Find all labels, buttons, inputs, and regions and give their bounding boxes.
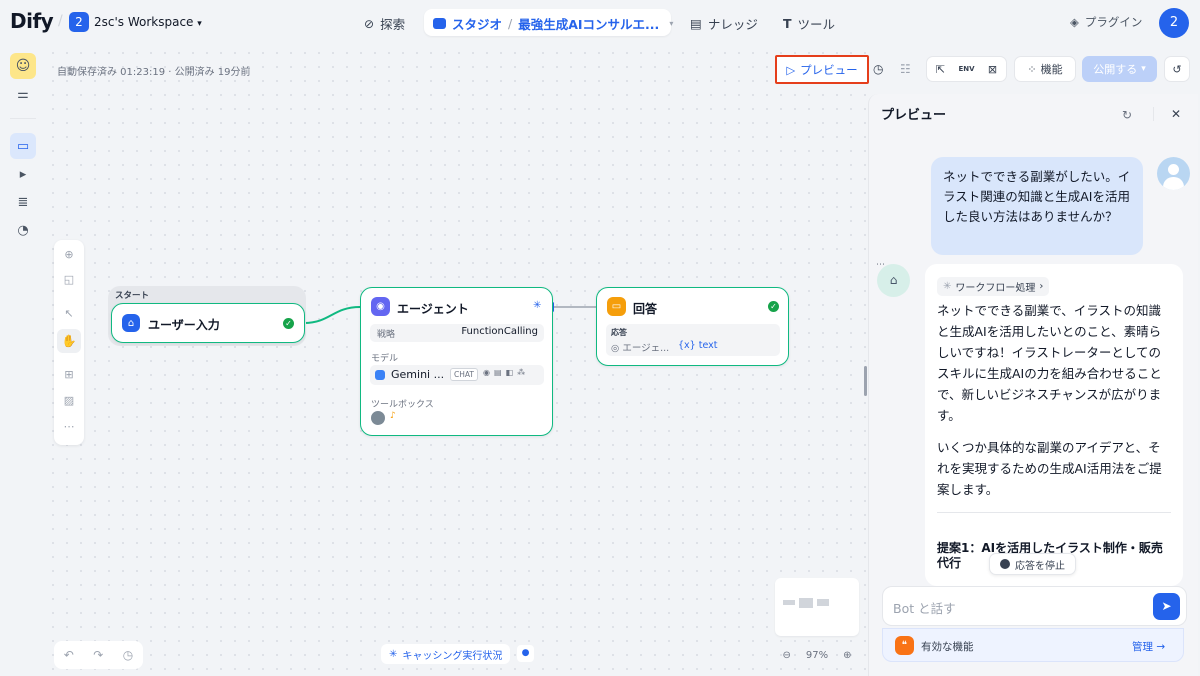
chevron-right-icon: › [1039, 281, 1044, 292]
model-name: Gemini ... [391, 368, 445, 381]
tool-robot-icon [371, 411, 385, 425]
chat-input-placeholder: Bot と話す [893, 601, 956, 616]
spinner-icon: ✳ [389, 648, 398, 660]
export-icon[interactable]: ⇱ [928, 63, 954, 76]
refresh-icon[interactable]: ↻ [1122, 108, 1132, 122]
stop-icon [1000, 559, 1010, 569]
user-avatar[interactable]: 2 [1159, 8, 1189, 38]
export-group: ⇱ ENV ⊠ [926, 56, 1007, 82]
answer-icon: ▭ [607, 297, 626, 316]
stop-response-label: 応答を停止 [1015, 560, 1065, 572]
run-history-icon[interactable]: ◷ [873, 62, 883, 76]
close-icon[interactable]: ✕ [1171, 107, 1181, 121]
user-avatar-icon [1157, 157, 1190, 190]
user-message: ネットでできる副業がしたい。イラスト関連の知識と生成AIを活用した良い方法はあり… [931, 157, 1143, 255]
success-check-icon: ✓ [283, 318, 294, 329]
zoom-in-icon[interactable]: ⊕ [843, 650, 851, 661]
env-icon[interactable]: ENV [954, 65, 980, 73]
model-row[interactable]: Gemini ... CHAT ◉▤◧⁂ [370, 365, 544, 385]
caching-status-button[interactable]: ✳ キャッシング実行状況 [381, 644, 511, 664]
tool-secondary-icon: ♪ [390, 411, 396, 421]
checklist-icon[interactable]: ☷ [900, 62, 911, 76]
variable-icon[interactable]: ⊠ [980, 63, 1006, 76]
zoom-out-icon[interactable]: ⊖ [782, 650, 790, 661]
redo-icon[interactable]: ↷ [93, 648, 103, 662]
response-source-text: エージェ... [622, 343, 670, 354]
response-label: 応答 [611, 328, 627, 337]
success-check-icon: ✓ [768, 301, 779, 312]
bot-paragraph-1: ネットでできる副業で、イラストの知識と生成AIを活用したいとのこと、素晴らしいで… [937, 303, 1162, 423]
zoom-level[interactable]: 97% [806, 650, 828, 661]
response-variable: {x} text [678, 340, 718, 351]
divider [937, 512, 1171, 513]
bot-message: ✳ ワークフロー処理 › ネットでできる副業で、イラストの知識と生成AIを活用し… [925, 264, 1183, 586]
version-history-icon[interactable]: ↺ [1164, 56, 1190, 82]
edge-start-agent [303, 306, 361, 324]
minimap-node [783, 600, 795, 605]
agent-icon: ◉ [371, 297, 390, 316]
toolbox-label: ツールボックス [371, 400, 434, 410]
cube-icon: ◈ [1070, 15, 1079, 29]
send-icon[interactable]: ➤ [1153, 593, 1180, 620]
nav-plugins-label: プラグイン [1084, 15, 1143, 29]
strategy-row: 戦略 FunctionCalling [370, 324, 544, 342]
model-capability-icons: ◉▤◧⁂ [483, 368, 530, 377]
user-input-title: ユーザー入力 [148, 318, 220, 332]
publish-label: 公開する [1093, 63, 1138, 76]
strategy-value: FunctionCalling [461, 326, 538, 337]
stop-cache-icon[interactable]: ● [517, 645, 534, 662]
features-button[interactable]: ⁘ 機能 [1014, 56, 1076, 82]
answer-title: 回答 [633, 302, 658, 316]
workflow-process-label: ワークフロー処理 [955, 283, 1036, 294]
manage-link[interactable]: 管理 → [1132, 639, 1165, 654]
features-icon: ⁘ [1027, 62, 1037, 76]
features-icon: ❝ [895, 636, 914, 655]
response-source: ◎ エージェ... [611, 343, 670, 354]
undo-icon[interactable]: ↶ [64, 648, 74, 662]
nav-plugins[interactable]: ◈ プラグイン [1070, 14, 1142, 30]
zoom-controls: ⊖ 97% ⊕ [775, 643, 859, 667]
response-box: 応答 ◎ エージェ... {x} text [606, 324, 780, 356]
chat-input[interactable]: Bot と話す ➤ [882, 586, 1187, 626]
publish-button[interactable]: 公開する ▾ [1082, 56, 1157, 82]
minimap-node [799, 598, 813, 608]
features-label: 機能 [1040, 63, 1063, 76]
minimap[interactable] [775, 578, 859, 636]
chevron-down-icon: ▾ [1141, 64, 1146, 74]
agent-title: エージェント [397, 302, 469, 316]
divider [1153, 107, 1154, 121]
undo-redo-bar: ↶ ↷ ◷ [54, 641, 143, 669]
user-input-node[interactable]: ⌂ ユーザー入力 ✓ [111, 303, 305, 343]
model-label: モデル [371, 354, 399, 364]
answer-node[interactable]: ▭ 回答 ✓ 応答 ◎ エージェ... {x} text [596, 287, 789, 366]
home-icon: ⌂ [122, 314, 140, 332]
history-icon[interactable]: ◷ [123, 648, 133, 662]
minimap-node [817, 599, 829, 606]
gemini-icon [375, 370, 385, 380]
spinner-icon: ✳ [943, 281, 952, 292]
features-label: 有効な機能 [921, 641, 974, 653]
panel-resize-handle[interactable] [864, 366, 867, 396]
bot-paragraph-2: いくつか具体的な副業のアイデアと、それを実現するための生成AI活用法をご提案しま… [937, 440, 1162, 497]
start-label: スタート [115, 291, 150, 301]
loading-spinner-icon: ✳ [533, 300, 542, 311]
caching-status-label: キャッシング実行状況 [402, 650, 503, 662]
enabled-features-bar: ❝ 有効な機能 管理 → [882, 628, 1184, 662]
strategy-label: 戦略 [377, 330, 396, 340]
stop-response-button[interactable]: 応答を停止 [989, 553, 1076, 575]
workflow-process-toggle[interactable]: ✳ ワークフロー処理 › [937, 277, 1050, 296]
preview-title: プレビュー [881, 108, 947, 123]
agent-node[interactable]: ◉ エージェント ✳ 戦略 FunctionCalling モデル Gemini… [360, 287, 553, 436]
model-mode-tag: CHAT [450, 368, 479, 381]
more-icon[interactable]: ⋯ [876, 260, 885, 270]
